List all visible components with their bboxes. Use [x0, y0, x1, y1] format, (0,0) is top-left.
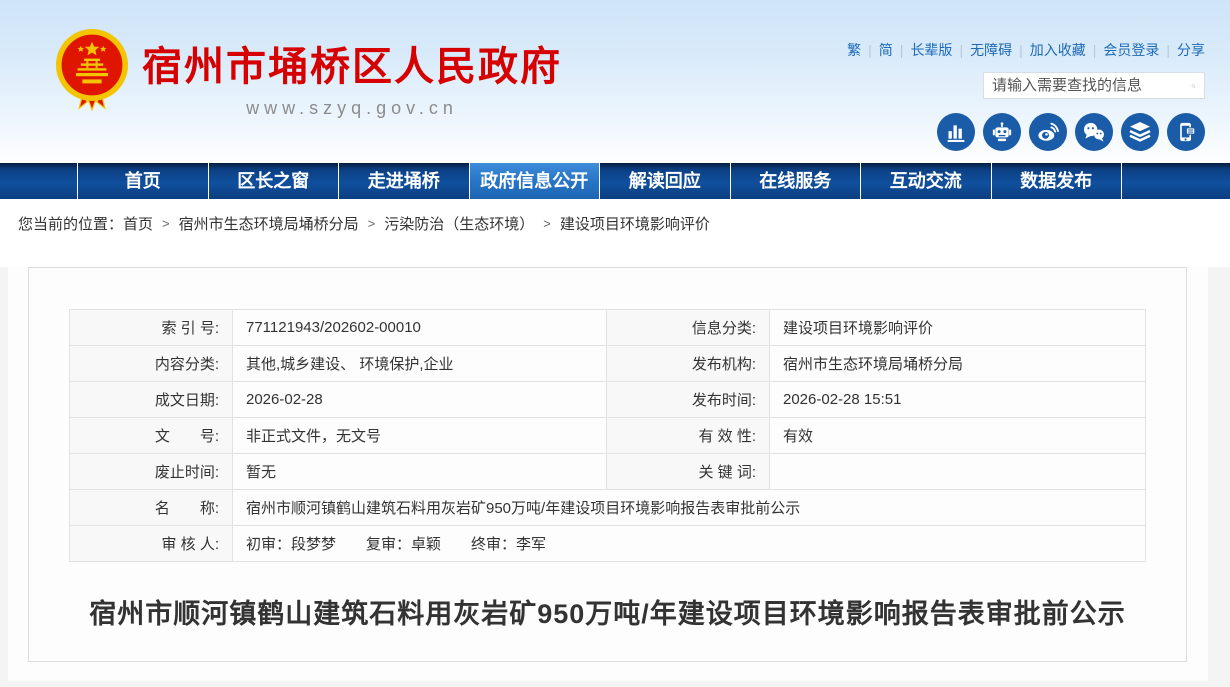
breadcrumb-separator: >	[543, 216, 551, 231]
link-separator: |	[900, 42, 904, 58]
field-value-reviewers: 初审：段梦梦 复审：卓颖 终审：李军	[233, 526, 1146, 562]
field-value-content-category: 其他,城乡建设、 环境保护,企业	[233, 346, 607, 382]
social-icons-row	[805, 113, 1205, 151]
breadcrumb-ecology-bureau[interactable]: 宿州市生态环境局埇桥分局	[179, 213, 359, 234]
table-row: 内容分类: 其他,城乡建设、 环境保护,企业 发布机构: 宿州市生态环境局埇桥分…	[70, 346, 1146, 382]
breadcrumb-separator: >	[162, 216, 170, 231]
bar-chart-glyph	[941, 117, 971, 147]
field-label-reviewers: 审 核 人:	[70, 526, 233, 562]
field-value-keywords	[770, 454, 1146, 490]
table-row: 名 称: 宿州市顺河镇鹤山建筑石料用灰岩矿950万吨/年建设项目环境影响报告表审…	[70, 490, 1146, 526]
link-traditional-chinese[interactable]: 繁	[847, 42, 861, 58]
field-value-name: 宿州市顺河镇鹤山建筑石料用灰岩矿950万吨/年建设项目环境影响报告表审批前公示	[233, 490, 1146, 526]
nav-item-interaction[interactable]: 互动交流	[860, 163, 991, 199]
link-share[interactable]: 分享	[1177, 42, 1205, 58]
article-title: 宿州市顺河镇鹤山建筑石料用灰岩矿950万吨/年建设项目环境影响报告表审批前公示	[29, 592, 1186, 631]
link-member-login[interactable]: 会员登录	[1103, 42, 1159, 58]
field-label-written-date: 成文日期:	[70, 382, 233, 418]
field-value-written-date: 2026-02-28	[233, 382, 607, 418]
search-icon[interactable]	[1191, 76, 1196, 96]
brand-text: 宿州市埇桥区人民政府 www.szyq.gov.cn	[142, 26, 562, 119]
link-simplified-chinese[interactable]: 简	[879, 42, 893, 58]
field-label-publish-time: 发布时间:	[607, 382, 770, 418]
site-url: www.szyq.gov.cn	[142, 98, 562, 119]
nav-item-district-chief[interactable]: 区长之窗	[208, 163, 339, 199]
nav-item-interpretation[interactable]: 解读回应	[599, 163, 730, 199]
mobile-message-glyph	[1171, 117, 1201, 147]
table-row: 文 号: 非正式文件，无文号 有 效 性: 有效	[70, 418, 1146, 454]
main-nav: 首页 区长之窗 走进埇桥 政府信息公开 解读回应 在线服务 互动交流 数据发布	[0, 163, 1230, 199]
breadcrumb-home[interactable]: 首页	[123, 213, 153, 234]
field-label-document-number: 文 号:	[70, 418, 233, 454]
link-add-favorite[interactable]: 加入收藏	[1030, 42, 1086, 58]
field-label-content-category: 内容分类:	[70, 346, 233, 382]
nav-item-data-release[interactable]: 数据发布	[991, 163, 1123, 199]
library-icon[interactable]	[1121, 113, 1159, 151]
library-glyph	[1125, 117, 1155, 147]
field-value-publish-time: 2026-02-28 15:51	[770, 382, 1146, 418]
link-separator: |	[1093, 42, 1097, 58]
nav-item-gov-info-disclosure[interactable]: 政府信息公开	[469, 163, 600, 199]
table-row: 废止时间: 暂无 关 键 词:	[70, 454, 1146, 490]
breadcrumb-pollution-prevention[interactable]: 污染防治（生态环境）	[384, 213, 534, 234]
field-label-publisher: 发布机构:	[607, 346, 770, 382]
field-value-document-number: 非正式文件，无文号	[233, 418, 607, 454]
link-separator: |	[868, 42, 872, 58]
nav-item-online-services[interactable]: 在线服务	[730, 163, 861, 199]
wechat-icon[interactable]	[1075, 113, 1113, 151]
info-table: 索 引 号: 771121943/202602-00010 信息分类: 建设项目…	[69, 309, 1146, 562]
field-label-abolition-time: 废止时间:	[70, 454, 233, 490]
field-label-validity: 有 效 性:	[607, 418, 770, 454]
field-value-index-number: 771121943/202602-00010	[233, 310, 607, 346]
breadcrumb-eia-category[interactable]: 建设项目环境影响评价	[560, 213, 710, 234]
breadcrumb: 您当前的位置： 首页 > 宿州市生态环境局埇桥分局 > 污染防治（生态环境） >…	[0, 199, 1230, 248]
article-container: 索 引 号: 771121943/202602-00010 信息分类: 建设项目…	[28, 267, 1187, 662]
weibo-icon[interactable]	[1029, 113, 1067, 151]
field-value-validity: 有效	[770, 418, 1146, 454]
field-label-index-number: 索 引 号:	[70, 310, 233, 346]
table-row: 成文日期: 2026-02-28 发布时间: 2026-02-28 15:51	[70, 382, 1146, 418]
field-value-publisher: 宿州市生态环境局埇桥分局	[770, 346, 1146, 382]
wechat-glyph	[1079, 117, 1109, 147]
field-value-abolition-time: 暂无	[233, 454, 607, 490]
link-separator: |	[1019, 42, 1023, 58]
search-input[interactable]	[992, 77, 1191, 94]
field-label-name: 名 称:	[70, 490, 233, 526]
bar-chart-icon[interactable]	[937, 113, 975, 151]
nav-item-about-yongqiao[interactable]: 走进埇桥	[338, 163, 469, 199]
page: { "header": { "site_title": "宿州市埇桥区人民政府"…	[0, 0, 1230, 687]
robot-glyph	[987, 117, 1017, 147]
header-right: 繁 | 简 | 长辈版 | 无障碍 | 加入收藏 | 会员登录 | 分享	[805, 40, 1205, 151]
national-emblem-logo	[52, 26, 132, 112]
breadcrumb-prefix: 您当前的位置：	[18, 213, 123, 234]
brand: 宿州市埇桥区人民政府 www.szyq.gov.cn	[52, 26, 562, 119]
link-separator: |	[959, 42, 963, 58]
table-row: 索 引 号: 771121943/202602-00010 信息分类: 建设项目…	[70, 310, 1146, 346]
utility-links: 繁 | 简 | 长辈版 | 无障碍 | 加入收藏 | 会员登录 | 分享	[805, 40, 1205, 60]
field-label-keywords: 关 键 词:	[607, 454, 770, 490]
breadcrumb-separator: >	[368, 216, 376, 231]
field-label-info-category: 信息分类:	[607, 310, 770, 346]
content-area: 索 引 号: 771121943/202602-00010 信息分类: 建设项目…	[0, 267, 1230, 687]
link-elder-version[interactable]: 长辈版	[910, 42, 952, 58]
nav-item-home[interactable]: 首页	[77, 163, 208, 199]
robot-icon[interactable]	[983, 113, 1021, 151]
link-accessibility[interactable]: 无障碍	[970, 42, 1012, 58]
nav-inner: 首页 区长之窗 走进埇桥 政府信息公开 解读回应 在线服务 互动交流 数据发布	[77, 163, 1122, 199]
table-row: 审 核 人: 初审：段梦梦 复审：卓颖 终审：李军	[70, 526, 1146, 562]
site-title: 宿州市埇桥区人民政府	[142, 34, 562, 92]
mobile-message-icon[interactable]	[1167, 113, 1205, 151]
weibo-glyph	[1033, 117, 1063, 147]
search-box[interactable]	[983, 72, 1205, 99]
content-card: 索 引 号: 771121943/202602-00010 信息分类: 建设项目…	[8, 267, 1208, 681]
site-header: 宿州市埇桥区人民政府 www.szyq.gov.cn 繁 | 简 | 长辈版 | 无障碍 | 加…	[0, 0, 1230, 163]
link-separator: |	[1166, 42, 1170, 58]
field-value-info-category: 建设项目环境影响评价	[770, 310, 1146, 346]
